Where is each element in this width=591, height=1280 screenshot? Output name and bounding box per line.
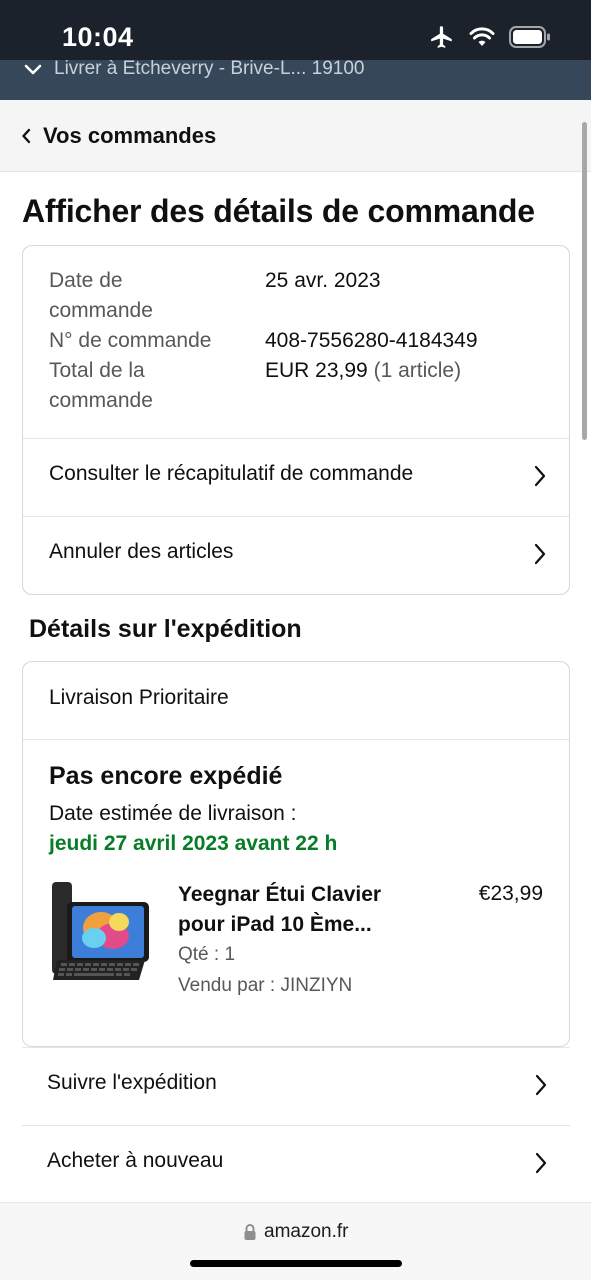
page-title: Afficher des détails de commande: [22, 193, 535, 229]
divider: [23, 739, 569, 740]
buy-again-label: Acheter à nouveau: [47, 1149, 224, 1172]
view-order-summary-link[interactable]: Consulter le récapitulatif de commande: [23, 438, 569, 516]
order-number-label: N° de commande: [49, 329, 212, 352]
chevron-right-icon: [533, 464, 547, 493]
chevron-right-icon: [534, 1151, 548, 1180]
product-title-link[interactable]: Yeegnar Étui Clavier pour iPad 10 Ème...: [178, 880, 428, 940]
product-price: €23,99: [478, 882, 543, 905]
order-total-amount: EUR 23,99: [265, 359, 368, 382]
delivery-location-text: Livrer à Etcheverry - Brive-L... 19100: [54, 60, 365, 79]
order-date-value: 25 avr. 2023: [265, 269, 381, 292]
lock-icon: [243, 1223, 257, 1246]
product-image[interactable]: [49, 880, 153, 986]
chevron-right-icon: [534, 1073, 548, 1102]
chevron-right-icon: [533, 542, 547, 571]
location-pin-icon: [22, 60, 44, 83]
product-title-line2: pour iPad 10 Ème...: [178, 913, 372, 936]
product-quantity: Qté : 1: [178, 944, 236, 965]
track-shipment-label: Suivre l'expédition: [47, 1071, 217, 1094]
shipping-method: Livraison Prioritaire: [49, 686, 229, 709]
order-date-label-line1: Date de: [49, 269, 123, 292]
shipment-section-title: Détails sur l'expédition: [29, 615, 302, 643]
cancel-items-label: Annuler des articles: [49, 540, 234, 563]
estimated-delivery-date: jeudi 27 avril 2023 avant 22 h: [49, 832, 338, 855]
order-total-items: (1 article): [373, 359, 462, 382]
order-number-value: 408-7556280-4184349: [265, 329, 478, 352]
order-total-label-line2: commande: [49, 389, 153, 412]
shipment-card: Livraison Prioritaire Pas encore expédié…: [22, 661, 570, 1047]
product-title-line1: Yeegnar Étui Clavier: [178, 883, 382, 906]
airplane-mode-icon: [429, 24, 455, 55]
order-date-label-line2: commande: [49, 299, 153, 322]
back-link-label[interactable]: Vos commandes: [43, 123, 216, 149]
estimated-delivery-label: Date estimée de livraison :: [49, 802, 297, 825]
track-shipment-link[interactable]: Suivre l'expédition: [22, 1047, 570, 1125]
view-order-summary-label: Consulter le récapitulatif de commande: [49, 462, 414, 485]
wifi-icon: [469, 26, 495, 53]
product-seller: Vendu par : JINZIYN: [178, 975, 353, 996]
order-total-label-line1: Total de la: [49, 359, 145, 382]
buy-again-link[interactable]: Acheter à nouveau: [22, 1125, 570, 1203]
home-indicator[interactable]: [190, 1260, 402, 1267]
order-summary-card: Date de commande 25 avr. 2023 N° de comm…: [22, 245, 570, 595]
browser-domain: amazon.fr: [264, 1221, 349, 1242]
delivery-location-bar[interactable]: Livrer à Etcheverry - Brive-L... 19100: [0, 60, 591, 100]
back-navigation[interactable]: Vos commandes: [0, 100, 591, 172]
order-total-value: EUR 23,99 (1 article): [265, 356, 461, 386]
status-time: 10:04: [62, 22, 134, 52]
browser-url-bar[interactable]: amazon.fr: [0, 1202, 591, 1280]
status-icons: [429, 24, 551, 55]
cancel-items-link[interactable]: Annuler des articles: [23, 516, 569, 594]
chevron-left-icon: [20, 127, 32, 150]
scrollbar[interactable]: [582, 122, 587, 440]
battery-icon: [509, 26, 551, 53]
shipment-status: Pas encore expédié: [49, 762, 283, 790]
